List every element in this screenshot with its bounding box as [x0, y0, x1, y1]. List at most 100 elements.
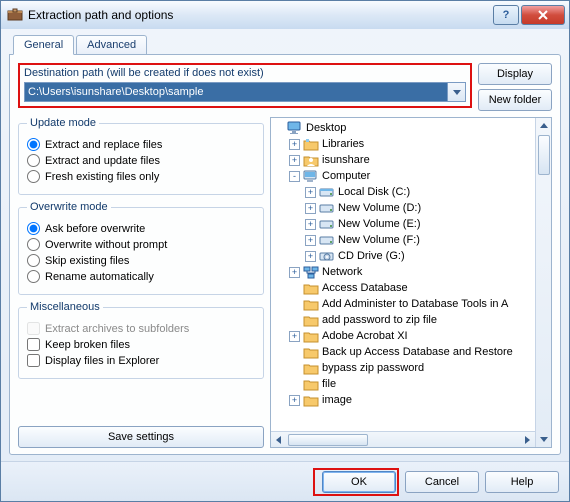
tree-column: Desktop + Libraries + isunshare - Computer + Loc…	[270, 117, 552, 448]
scroll-right-icon[interactable]	[519, 432, 535, 447]
folder-icon	[303, 377, 319, 391]
scroll-up-icon[interactable]	[536, 118, 551, 134]
save-settings-button[interactable]: Save settings	[18, 426, 264, 448]
display-button[interactable]: Display	[478, 63, 552, 85]
expand-icon[interactable]: +	[289, 395, 300, 406]
tree-node[interactable]: bypass zip password	[273, 360, 535, 376]
folder-tree[interactable]: Desktop + Libraries + isunshare - Computer + Loc…	[271, 118, 535, 447]
expand-icon[interactable]: +	[289, 155, 300, 166]
tree-node-label: Add Administer to Database Tools in A	[322, 298, 508, 310]
tree-node[interactable]: + CD Drive (G:)	[273, 248, 535, 264]
expand-icon[interactable]: +	[289, 139, 300, 150]
options-column: Update mode Extract and replace files Ex…	[18, 117, 264, 448]
folder-tree-panel: Desktop + Libraries + isunshare - Computer + Loc…	[270, 117, 552, 448]
tree-node-label: isunshare	[322, 154, 370, 166]
desktop-icon	[287, 121, 303, 135]
tree-node-label: bypass zip password	[322, 362, 424, 374]
misc-opt-display-explorer[interactable]: Display files in Explorer	[27, 354, 255, 367]
destination-input[interactable]	[24, 82, 448, 102]
expand-icon[interactable]: +	[289, 331, 300, 342]
tree-vertical-scrollbar[interactable]	[535, 118, 551, 447]
expand-spacer	[289, 315, 300, 326]
tree-node-label: Libraries	[322, 138, 364, 150]
tree-node-label: Computer	[322, 170, 370, 182]
tree-node[interactable]: + New Volume (E:)	[273, 216, 535, 232]
update-opt-replace[interactable]: Extract and replace files	[27, 138, 255, 151]
tree-node-label: Adobe Acrobat XI	[322, 330, 408, 342]
expand-icon[interactable]: +	[305, 219, 316, 230]
tree-node[interactable]: + image	[273, 392, 535, 408]
drive-icon	[319, 217, 335, 231]
tree-node[interactable]: + Network	[273, 264, 535, 280]
expand-icon[interactable]: +	[289, 267, 300, 278]
expand-spacer	[273, 123, 284, 134]
tree-node[interactable]: + New Volume (F:)	[273, 232, 535, 248]
tree-node-label: New Volume (E:)	[338, 218, 421, 230]
overwrite-mode-legend: Overwrite mode	[27, 201, 111, 213]
tree-node[interactable]: Add Administer to Database Tools in A	[273, 296, 535, 312]
expand-spacer	[289, 299, 300, 310]
scroll-down-icon[interactable]	[536, 431, 551, 447]
expand-icon[interactable]: +	[305, 251, 316, 262]
overwrite-opt-rename[interactable]: Rename automatically	[27, 270, 255, 283]
tree-node-label: image	[322, 394, 352, 406]
update-opt-update[interactable]: Extract and update files	[27, 154, 255, 167]
tree-node-label: New Volume (D:)	[338, 202, 421, 214]
tab-advanced[interactable]: Advanced	[76, 35, 147, 55]
hscroll-thumb[interactable]	[288, 434, 368, 446]
expand-icon[interactable]: +	[305, 203, 316, 214]
drive-icon	[319, 201, 335, 215]
expand-icon[interactable]: +	[305, 187, 316, 198]
user-icon	[303, 153, 319, 167]
overwrite-mode-group: Overwrite mode Ask before overwrite Over…	[18, 201, 264, 295]
overwrite-opt-ask[interactable]: Ask before overwrite	[27, 222, 255, 235]
tree-node[interactable]: + Libraries	[273, 136, 535, 152]
tree-node-label: New Volume (F:)	[338, 234, 420, 246]
tree-node-label: CD Drive (G:)	[338, 250, 405, 262]
overwrite-opt-without[interactable]: Overwrite without prompt	[27, 238, 255, 251]
expand-spacer	[289, 347, 300, 358]
expand-icon[interactable]: +	[305, 235, 316, 246]
update-mode-legend: Update mode	[27, 117, 99, 129]
tree-node[interactable]: + isunshare	[273, 152, 535, 168]
misc-group: Miscellaneous Extract archives to subfol…	[18, 301, 264, 379]
tree-horizontal-scrollbar[interactable]	[271, 431, 535, 447]
libraries-icon	[303, 137, 319, 151]
vscroll-thumb[interactable]	[538, 135, 550, 175]
update-opt-fresh[interactable]: Fresh existing files only	[27, 170, 255, 183]
tree-node[interactable]: Back up Access Database and Restore	[273, 344, 535, 360]
dialog-window: Extraction path and options ? General Ad…	[0, 0, 570, 502]
expand-spacer	[289, 379, 300, 390]
collapse-icon[interactable]: -	[289, 171, 300, 182]
tab-general[interactable]: General	[13, 35, 74, 55]
tree-node[interactable]: - Computer	[273, 168, 535, 184]
tree-node[interactable]: Access Database	[273, 280, 535, 296]
expand-spacer	[289, 283, 300, 294]
tree-node[interactable]: + Adobe Acrobat XI	[273, 328, 535, 344]
tree-node[interactable]: Desktop	[273, 120, 535, 136]
tree-node-label: Network	[322, 266, 362, 278]
new-folder-button[interactable]: New folder	[478, 89, 552, 111]
cd-icon	[319, 249, 335, 263]
tree-node[interactable]: + Local Disk (C:)	[273, 184, 535, 200]
tree-node[interactable]: add password to zip file	[273, 312, 535, 328]
top-row: Destination path (will be created if doe…	[18, 63, 552, 111]
tree-node[interactable]: file	[273, 376, 535, 392]
misc-legend: Miscellaneous	[27, 301, 103, 313]
titlebar-help-button[interactable]: ?	[493, 5, 519, 25]
tree-node-label: Local Disk (C:)	[338, 186, 410, 198]
ok-button[interactable]: OK	[322, 471, 396, 493]
misc-opt-keep-broken[interactable]: Keep broken files	[27, 338, 255, 351]
misc-opt-subfolders: Extract archives to subfolders	[27, 322, 255, 335]
titlebar-close-button[interactable]	[521, 5, 565, 25]
dialog-footer: OK Cancel Help	[1, 461, 569, 501]
scroll-left-icon[interactable]	[271, 432, 287, 447]
window-title: Extraction path and options	[28, 8, 491, 22]
tree-node[interactable]: + New Volume (D:)	[273, 200, 535, 216]
overwrite-opt-skip[interactable]: Skip existing files	[27, 254, 255, 267]
cancel-button[interactable]: Cancel	[405, 471, 479, 493]
folder-icon	[303, 345, 319, 359]
network-icon	[303, 265, 319, 279]
destination-dropdown-button[interactable]	[448, 82, 466, 102]
help-button[interactable]: Help	[485, 471, 559, 493]
